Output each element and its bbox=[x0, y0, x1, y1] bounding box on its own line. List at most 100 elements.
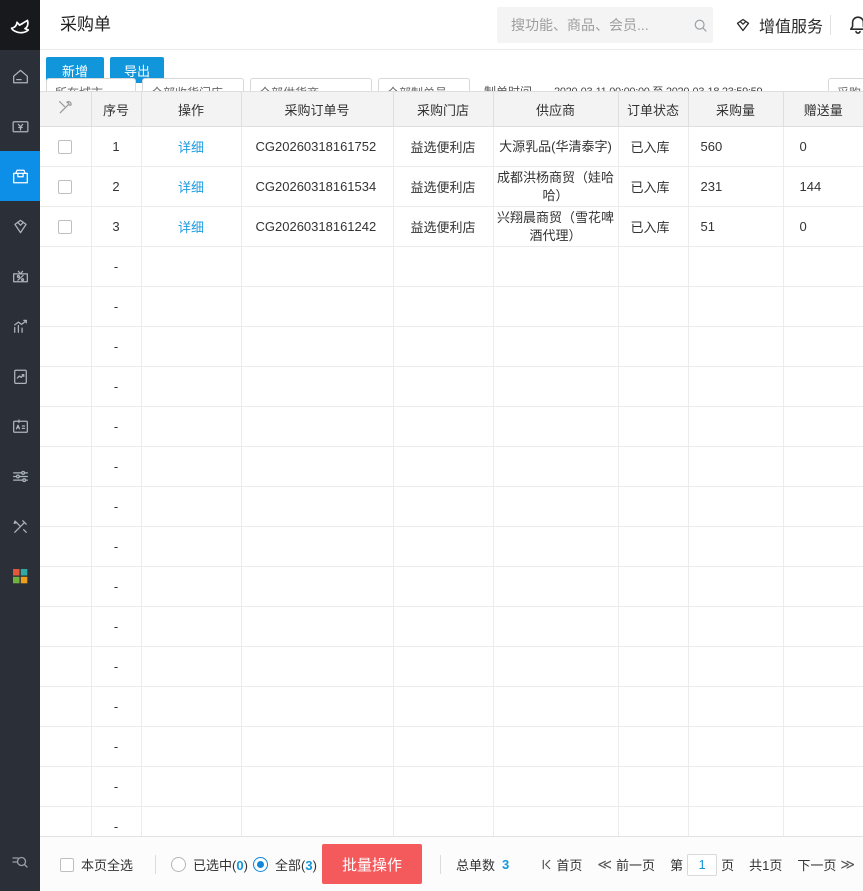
pagination: 首页 ≪ 前一页 第 页 共1页 下一页 ≫ bbox=[541, 837, 855, 891]
cell-supplier bbox=[493, 247, 618, 287]
cell-seq: - bbox=[91, 447, 141, 487]
search-list-icon bbox=[10, 851, 30, 871]
cell-seq: - bbox=[91, 727, 141, 767]
cell-status bbox=[618, 367, 688, 407]
next-page-button[interactable]: 下一页 ≫ bbox=[797, 855, 855, 874]
cell-seq: - bbox=[91, 287, 141, 327]
cell-action bbox=[141, 247, 241, 287]
cell-supplier bbox=[493, 447, 618, 487]
prev-page-icon: ≪ bbox=[597, 856, 612, 873]
page-prefix: 第 bbox=[670, 855, 683, 874]
select-all-checkbox[interactable] bbox=[60, 858, 74, 872]
sidebar-item-settings[interactable] bbox=[0, 451, 40, 501]
detail-link[interactable]: 详细 bbox=[178, 220, 204, 235]
top-header: 采购单 增值服务 bbox=[40, 0, 863, 50]
cell-checkbox bbox=[40, 207, 91, 247]
cell-supplier bbox=[493, 287, 618, 327]
search-icon[interactable] bbox=[692, 17, 709, 34]
cell-order-no bbox=[241, 727, 393, 767]
cell-status bbox=[618, 647, 688, 687]
cell-order-no bbox=[241, 407, 393, 447]
radio-all[interactable] bbox=[253, 857, 268, 872]
first-page-button[interactable]: 首页 bbox=[541, 855, 582, 874]
cell-status bbox=[618, 407, 688, 447]
sidebar-item-staff[interactable] bbox=[0, 401, 40, 451]
cell-seq: - bbox=[91, 327, 141, 367]
cell-gift-qty: 0 bbox=[783, 207, 863, 247]
radio-selected-group[interactable]: 已选中(0) bbox=[171, 837, 248, 891]
batch-operation-button[interactable]: 批量操作 bbox=[322, 844, 422, 884]
main-content: 新增 导出 所在城市 全部收货门店 全部供货商 全部制单员 制单时间 2020-… bbox=[40, 50, 863, 891]
table-row-empty: - bbox=[40, 647, 863, 687]
cell-action: 详细 bbox=[141, 167, 241, 207]
header-status: 订单状态 bbox=[618, 92, 688, 127]
column-tools-icon bbox=[56, 98, 75, 117]
cell-action bbox=[141, 407, 241, 447]
cell-supplier: 兴翔晨商贸（雪花啤酒代理） bbox=[493, 207, 618, 247]
column-settings-button[interactable] bbox=[40, 92, 91, 127]
cell-order-no bbox=[241, 567, 393, 607]
cell-status bbox=[618, 487, 688, 527]
table-row-empty: - bbox=[40, 687, 863, 727]
cell-checkbox bbox=[40, 727, 91, 767]
notification-bell-icon[interactable] bbox=[846, 13, 863, 42]
table-row-empty: - bbox=[40, 327, 863, 367]
cell-order-no: CG20260318161242 bbox=[241, 207, 393, 247]
cell-action bbox=[141, 327, 241, 367]
sidebar-item-tools[interactable] bbox=[0, 501, 40, 551]
cell-gift-qty bbox=[783, 687, 863, 727]
sidebar-item-coupon[interactable] bbox=[0, 251, 40, 301]
row-checkbox[interactable] bbox=[58, 140, 72, 154]
cell-store bbox=[393, 527, 493, 567]
sidebar-item-membership[interactable] bbox=[0, 201, 40, 251]
cell-store: 益选便利店 bbox=[393, 127, 493, 167]
cell-purchase-qty bbox=[688, 607, 783, 647]
sidebar-item-statistics[interactable] bbox=[0, 301, 40, 351]
table-row-empty: - bbox=[40, 407, 863, 447]
detail-link[interactable]: 详细 bbox=[178, 140, 204, 155]
sidebar-item-purchase[interactable] bbox=[0, 151, 40, 201]
pen-ruler-icon bbox=[10, 516, 31, 537]
cell-checkbox bbox=[40, 327, 91, 367]
cell-action: 详细 bbox=[141, 207, 241, 247]
cell-checkbox bbox=[40, 247, 91, 287]
row-checkbox[interactable] bbox=[58, 220, 72, 234]
table-row-empty: - bbox=[40, 727, 863, 767]
sidebar-search[interactable] bbox=[0, 841, 40, 881]
prev-page-button[interactable]: ≪ 前一页 bbox=[597, 855, 655, 874]
cell-action bbox=[141, 287, 241, 327]
cell-order-no bbox=[241, 607, 393, 647]
value-added-services[interactable]: 增值服务 bbox=[733, 0, 823, 50]
cell-status bbox=[618, 567, 688, 607]
page-number-input[interactable] bbox=[687, 854, 717, 876]
radio-all-group[interactable]: 全部(3) bbox=[253, 837, 317, 891]
sidebar-item-home[interactable] bbox=[0, 51, 40, 101]
header-purchase-qty: 采购量 bbox=[688, 92, 783, 127]
cell-checkbox bbox=[40, 607, 91, 647]
cell-purchase-qty bbox=[688, 767, 783, 807]
global-search-input[interactable] bbox=[497, 17, 692, 33]
first-page-icon bbox=[541, 859, 552, 870]
sidebar-nav bbox=[0, 51, 40, 601]
total-orders-label: 总单数 bbox=[456, 855, 495, 874]
table-row-empty: - bbox=[40, 607, 863, 647]
cell-status bbox=[618, 687, 688, 727]
cell-action bbox=[141, 727, 241, 767]
radio-selected-label: 已选中(0) bbox=[193, 855, 248, 874]
cell-order-no bbox=[241, 647, 393, 687]
page-title: 采购单 bbox=[60, 0, 111, 50]
cell-supplier bbox=[493, 327, 618, 367]
row-checkbox[interactable] bbox=[58, 180, 72, 194]
sidebar-item-cash[interactable] bbox=[0, 101, 40, 151]
sidebar-item-reports[interactable] bbox=[0, 351, 40, 401]
cell-store bbox=[393, 567, 493, 607]
cell-seq: - bbox=[91, 567, 141, 607]
sidebar-item-services[interactable] bbox=[0, 551, 40, 601]
id-card-icon bbox=[10, 416, 31, 437]
detail-link[interactable]: 详细 bbox=[178, 180, 204, 195]
cell-store bbox=[393, 647, 493, 687]
cell-checkbox bbox=[40, 567, 91, 607]
radio-selected[interactable] bbox=[171, 857, 186, 872]
cell-purchase-qty bbox=[688, 567, 783, 607]
cell-status bbox=[618, 327, 688, 367]
